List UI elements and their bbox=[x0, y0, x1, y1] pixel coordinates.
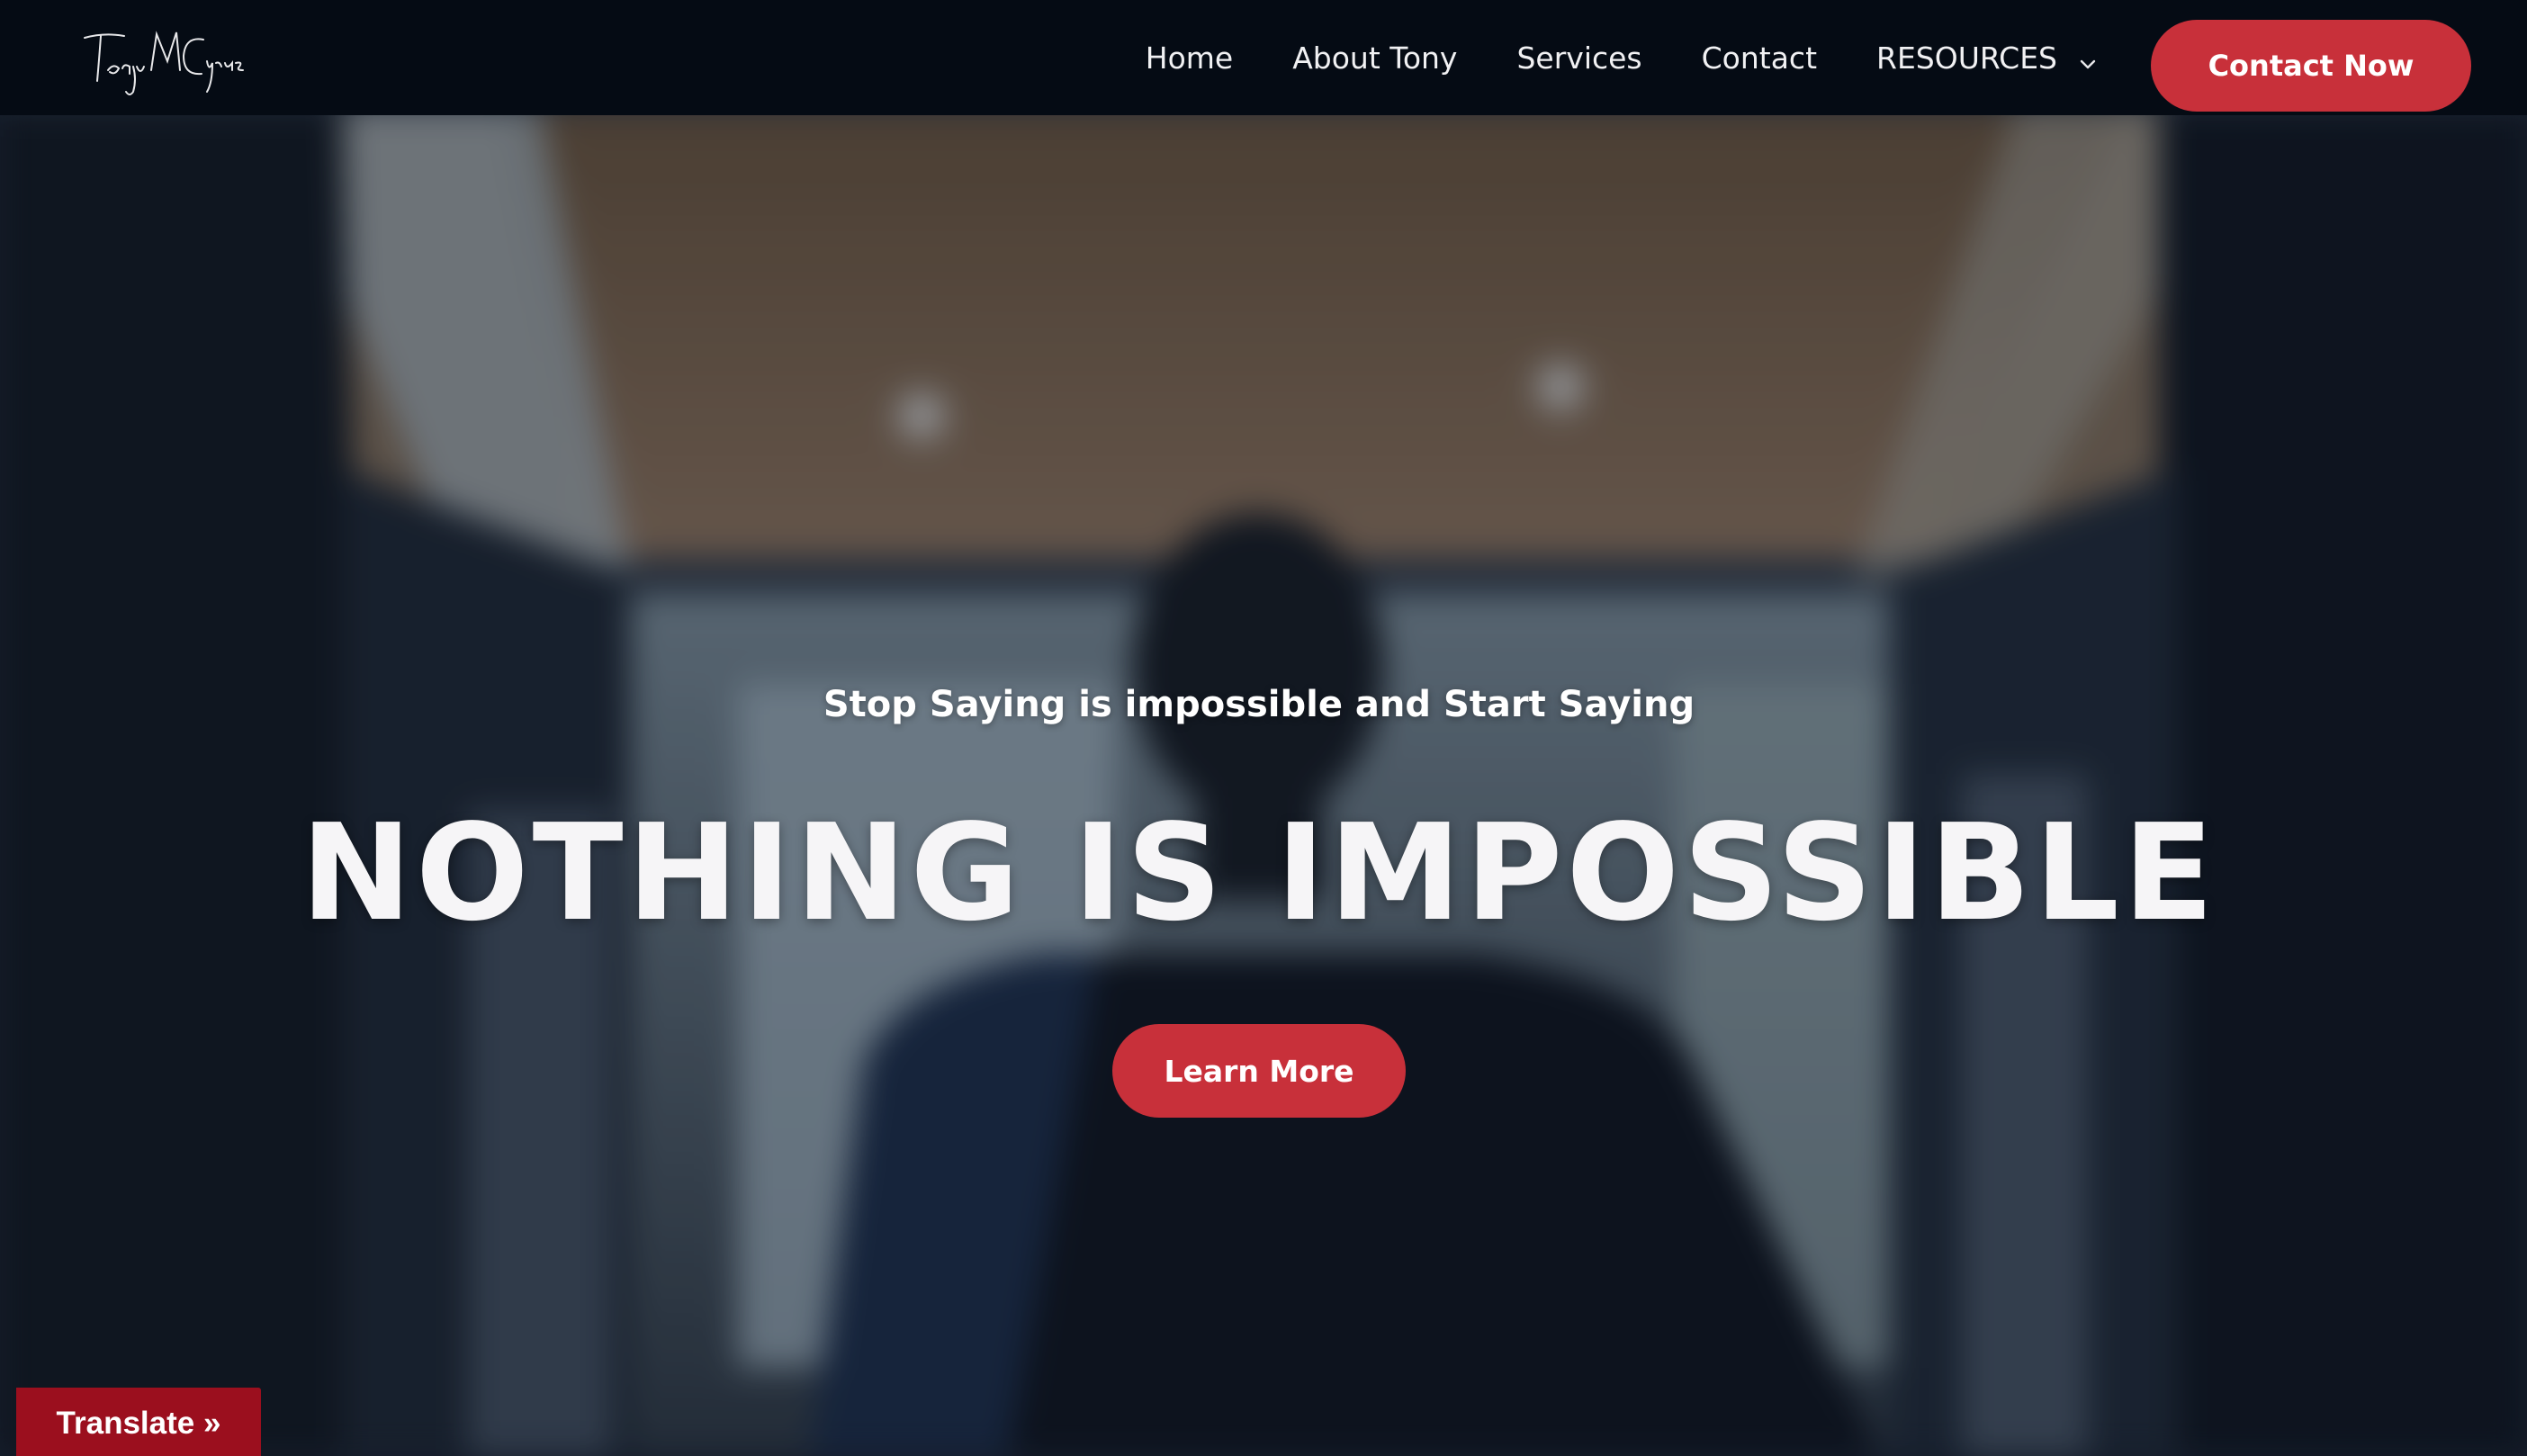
site-header: Home About Tony Services Contact RESOURC… bbox=[0, 0, 2527, 115]
main-nav: Home About Tony Services Contact RESOURC… bbox=[1116, 0, 2128, 115]
hero-title: NOTHING IS IMPOSSIBLE bbox=[300, 795, 2218, 950]
nav-item-label: About Tony bbox=[1292, 40, 1458, 76]
learn-more-label: Learn More bbox=[1164, 1053, 1354, 1089]
learn-more-button[interactable]: Learn More bbox=[1112, 1024, 1406, 1118]
hero-subtitle: Stop Saying is impossible and Start Sayi… bbox=[823, 684, 1695, 725]
chevron-down-icon bbox=[2077, 47, 2099, 69]
nav-item-services[interactable]: Services bbox=[1487, 40, 1671, 76]
nav-item-label: Services bbox=[1516, 40, 1642, 76]
contact-now-button[interactable]: Contact Now bbox=[2151, 20, 2471, 112]
nav-item-about-tony[interactable]: About Tony bbox=[1263, 40, 1487, 76]
nav-item-label: RESOURCES bbox=[1876, 40, 2057, 76]
nav-item-label: Home bbox=[1145, 40, 1234, 76]
hero-overlay bbox=[0, 0, 2527, 1456]
nav-item-label: Contact bbox=[1701, 40, 1818, 76]
translate-button[interactable]: Translate » bbox=[16, 1388, 261, 1456]
translate-label: Translate » bbox=[56, 1406, 221, 1441]
signature-logo-icon bbox=[84, 31, 244, 95]
nav-item-home[interactable]: Home bbox=[1116, 40, 1263, 76]
page: Home About Tony Services Contact RESOURC… bbox=[0, 0, 2527, 1456]
nav-item-resources[interactable]: RESOURCES bbox=[1847, 40, 2128, 76]
site-logo[interactable] bbox=[77, 16, 257, 99]
nav-item-contact[interactable]: Contact bbox=[1672, 40, 1847, 76]
contact-now-label: Contact Now bbox=[2208, 49, 2415, 83]
